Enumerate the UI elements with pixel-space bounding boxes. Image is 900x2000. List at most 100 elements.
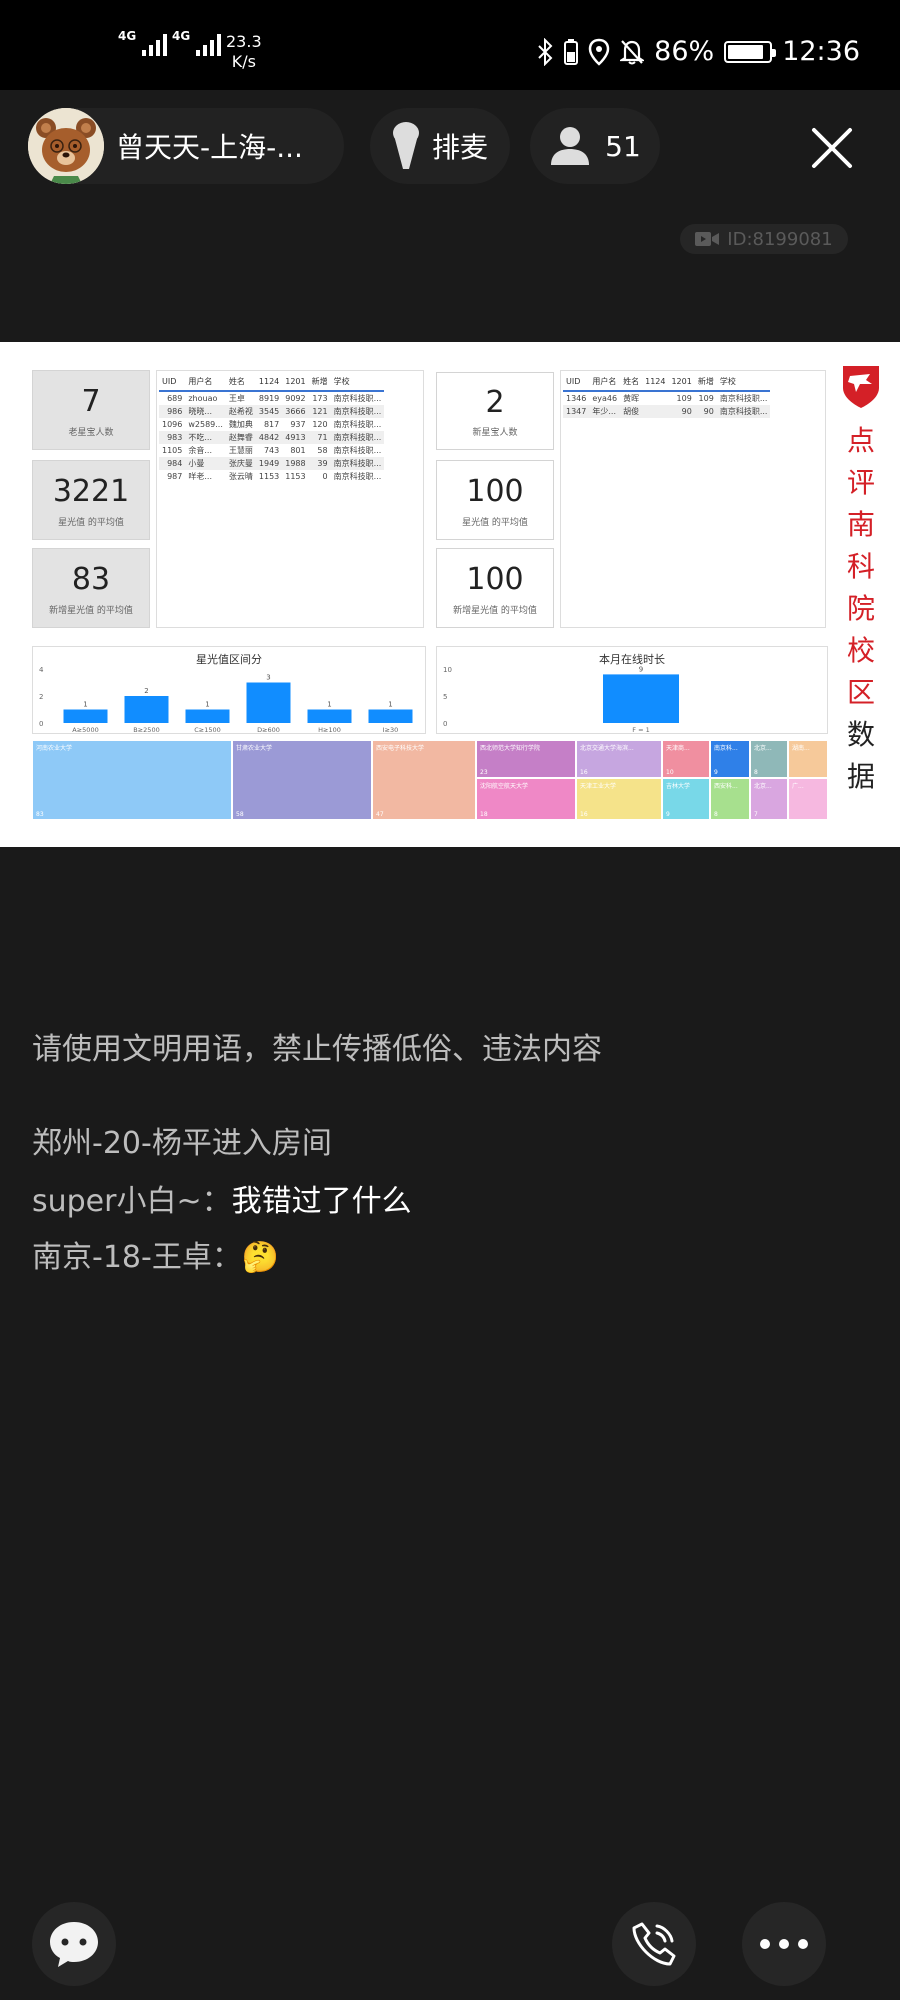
video-camera-icon — [695, 232, 720, 246]
cell: 983 — [159, 431, 186, 444]
cell: 余音... — [188, 446, 212, 455]
col-header[interactable]: 1201 — [668, 374, 695, 392]
treemap-value: 18 — [480, 811, 488, 818]
close-button[interactable] — [810, 126, 854, 170]
treemap-label: 河南农业大学 — [36, 745, 73, 752]
table-row[interactable]: 1105 余音... 王慧丽 743 801 58 南京科技职... — [159, 444, 384, 457]
treemap-cell[interactable]: 西北师范大学知行学院 23 — [476, 740, 576, 778]
col-header[interactable]: 1124 — [255, 374, 283, 392]
chat-user[interactable]: 南京-18-王卓： — [32, 1240, 242, 1275]
voice-call-button[interactable] — [612, 1902, 696, 1986]
y-tick-label: 2 — [39, 693, 43, 701]
msi-logo — [840, 362, 882, 410]
table-row[interactable]: 1096 w2589... 魏加典 817 937 120 南京科技职... — [159, 418, 384, 431]
col-header[interactable]: UID — [563, 374, 590, 392]
cell: 90 — [694, 405, 717, 418]
chat-message[interactable]: super小白~：我错过了什么 — [32, 1184, 412, 1220]
kpi-caption: 老星宝人数 — [68, 428, 114, 438]
table-row[interactable]: 689 zhouao 王卓 8919 9092 173 南京科技职... — [159, 391, 384, 405]
col-header[interactable]: 姓名 — [620, 374, 643, 392]
x-tick-label: H≥100 — [318, 726, 341, 734]
kpi-caption: 星光值 的平均值 — [462, 518, 528, 528]
cell: 173 — [312, 394, 328, 403]
col-header[interactable]: 用户名 — [185, 374, 226, 392]
chat-message[interactable]: 郑州-20-杨平进入房间 — [32, 1126, 332, 1162]
bar[interactable] — [603, 674, 679, 723]
treemap-label: 南京科... — [714, 745, 738, 752]
treemap-label: 吉林大学 — [666, 783, 691, 790]
bar[interactable] — [368, 709, 413, 724]
treemap-cell[interactable]: 西安科... 8 — [710, 778, 750, 820]
cell: 张云晴 — [228, 472, 253, 481]
x-tick-label: C≥1500 — [194, 726, 221, 734]
treemap-label: 西安科... — [714, 783, 738, 790]
host-profile[interactable]: 曾天天-上海-... — [28, 108, 344, 184]
chat-user[interactable]: super小白~： — [32, 1184, 232, 1219]
cell: 魏加典 — [228, 420, 253, 429]
cell — [642, 391, 668, 405]
treemap-cell[interactable]: 湖南... — [788, 740, 828, 778]
title-char: 数 — [846, 718, 875, 751]
treemap-cell[interactable]: 河南农业大学 83 — [32, 740, 232, 820]
cell: 121 — [308, 405, 331, 418]
treemap-cell[interactable]: 天津工业大学 16 — [576, 778, 662, 820]
treemap-cell[interactable]: 西安电子科技大学 47 — [372, 740, 476, 820]
cell: 1988 — [282, 457, 309, 470]
treemap-cell[interactable]: 天津商... 10 — [662, 740, 710, 778]
cell: 南京科技职... — [719, 394, 768, 403]
cell: 817 — [263, 420, 280, 429]
col-header[interactable]: 学校 — [716, 374, 771, 392]
col-header[interactable]: 1124 — [642, 374, 669, 392]
viewer-count-button[interactable]: 51 — [530, 108, 660, 184]
bar[interactable] — [246, 682, 291, 724]
title-char: 科 — [846, 550, 875, 583]
table-row[interactable]: 987 咩老... 张云晴 1153 1153 0 南京科技职... — [159, 470, 384, 483]
col-header[interactable]: 1201 — [282, 374, 309, 392]
treemap-cell[interactable]: 北京... 7 — [750, 778, 788, 820]
y-tick-label: 0 — [39, 720, 43, 728]
bar[interactable] — [185, 709, 230, 724]
col-header[interactable]: 新增 — [694, 374, 717, 392]
cell: 801 — [290, 446, 306, 455]
chat-message[interactable]: 南京-18-王卓：🤔 — [32, 1240, 279, 1276]
col-header[interactable]: 姓名 — [225, 374, 256, 392]
table-row[interactable]: 983 不吃... 赵舞睿 4842 4913 71 南京科技职... — [159, 431, 385, 444]
treemap-cell[interactable]: 甘肃农业大学 58 — [232, 740, 372, 820]
treemap-cell[interactable]: 吉林大学 9 — [662, 778, 710, 820]
treemap-cell[interactable]: 南京科... 9 — [710, 740, 750, 778]
dragon-shield-icon — [843, 366, 879, 408]
table-row[interactable]: 1346 eya46 黄晖 109 109 南京科技职... — [563, 391, 770, 405]
col-header[interactable]: 学校 — [330, 374, 385, 392]
col-header[interactable]: 用户名 — [589, 374, 621, 392]
starlight-range-chart-panel: 星光值区间分 0 2 4 1 A≥5000 2 B≥2500 1 C≥1500 3 D≥600 1 H≥… — [32, 646, 426, 734]
treemap-cell[interactable]: 广... — [788, 778, 828, 820]
col-header[interactable]: 新增 — [308, 374, 331, 392]
treemap-cell[interactable]: 北京... 8 — [750, 740, 788, 778]
avatar[interactable] — [28, 108, 104, 184]
new-members-table-panel: UID 用户名 姓名 1124 1201 新增 学校 1346 eya46 黄晖 10… — [560, 370, 826, 628]
treemap-cell[interactable]: 沈阳航空航天大学 18 — [476, 778, 576, 820]
more-options-button[interactable] — [742, 1902, 826, 1986]
chat-text: 🤔 — [241, 1240, 280, 1275]
kpi-card-old-stars: 7 老星宝人数 — [32, 370, 150, 450]
bar[interactable] — [63, 709, 108, 724]
status-bar: 4G 4G 23.3 K/s 86% 12:36 — [0, 0, 900, 90]
treemap-value: 16 — [580, 811, 588, 818]
bar[interactable] — [307, 709, 352, 724]
treemap-value: 47 — [376, 811, 384, 818]
table-row[interactable]: 984 小曼 张庆曼 1949 1988 39 南京科技职... — [159, 457, 385, 470]
treemap-value: 83 — [36, 811, 44, 818]
col-header[interactable]: UID — [159, 374, 186, 392]
person-icon — [551, 127, 590, 165]
table-row[interactable]: 1347 年少... 胡俊 90 90 南京科技职... — [563, 405, 771, 418]
queue-mic-button[interactable]: 排麦 — [370, 108, 510, 184]
cell: 1346 — [566, 394, 587, 403]
treemap-label: 天津商... — [666, 745, 690, 752]
table-row[interactable]: 986 晓晓... 赵希视 3545 3666 121 南京科技职... — [159, 405, 385, 418]
kpi-value: 100 — [466, 562, 524, 597]
bar[interactable] — [124, 696, 169, 723]
chat-button[interactable] — [32, 1902, 116, 1986]
treemap-cell[interactable]: 北京交通大学海滨... 16 — [576, 740, 662, 778]
kpi-card-new-avg-starlight: 100 星光值 的平均值 — [436, 460, 554, 540]
kpi-card-avg-new-starlight: 83 新增星光值 的平均值 — [32, 548, 150, 628]
